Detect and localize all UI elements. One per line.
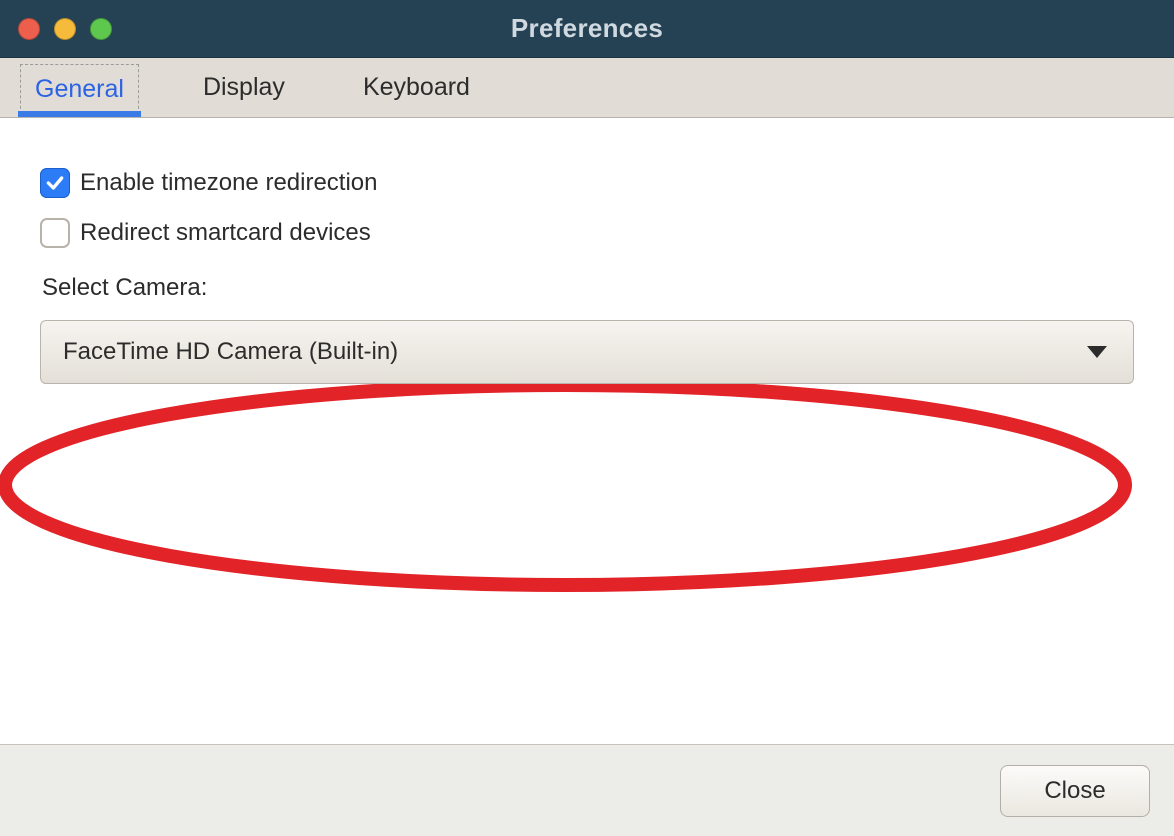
camera-section-label: Select Camera:: [42, 274, 1134, 302]
annotation-highlight: [0, 374, 1140, 596]
timezone-checkbox[interactable]: [40, 168, 70, 198]
close-button-label: Close: [1044, 777, 1105, 804]
window-zoom-button[interactable]: [90, 18, 112, 40]
close-button[interactable]: Close: [1000, 765, 1150, 817]
window-title: Preferences: [0, 13, 1174, 44]
timezone-label: Enable timezone redirection: [80, 169, 378, 197]
smartcard-checkbox[interactable]: [40, 218, 70, 248]
timezone-row: Enable timezone redirection: [40, 168, 1134, 198]
smartcard-label: Redirect smartcard devices: [80, 219, 371, 247]
tab-keyboard-label: Keyboard: [363, 73, 470, 102]
tab-general-label: General: [35, 75, 124, 104]
footer: Close: [0, 744, 1174, 836]
tab-keyboard[interactable]: Keyboard: [349, 58, 484, 117]
window-close-button[interactable]: [18, 18, 40, 40]
preferences-window: Preferences General Display Keyboard: [0, 0, 1174, 836]
chevron-down-icon: [1087, 346, 1107, 358]
tab-display[interactable]: Display: [189, 58, 299, 117]
camera-dropdown[interactable]: FaceTime HD Camera (Built-in): [40, 320, 1134, 384]
tab-display-label: Display: [203, 73, 285, 102]
titlebar: Preferences: [0, 0, 1174, 58]
window-minimize-button[interactable]: [54, 18, 76, 40]
content-area: Enable timezone redirection Redirect sma…: [0, 118, 1174, 744]
tab-general[interactable]: General: [20, 64, 139, 114]
window-controls: [18, 18, 112, 40]
tab-bar: General Display Keyboard: [0, 58, 1174, 118]
smartcard-row: Redirect smartcard devices: [40, 218, 1134, 248]
camera-selected-value: FaceTime HD Camera (Built-in): [63, 338, 398, 366]
check-icon: [45, 173, 65, 193]
